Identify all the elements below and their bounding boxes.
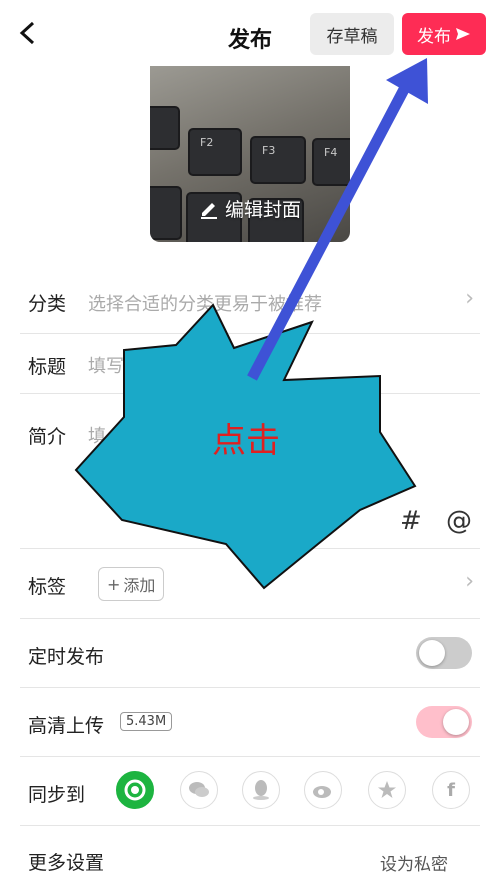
arrow-shaft xyxy=(247,75,415,381)
annotation-overlay: 点击 xyxy=(74,58,428,590)
callout-text: 点击 xyxy=(212,421,280,461)
arrow-head xyxy=(386,58,428,104)
